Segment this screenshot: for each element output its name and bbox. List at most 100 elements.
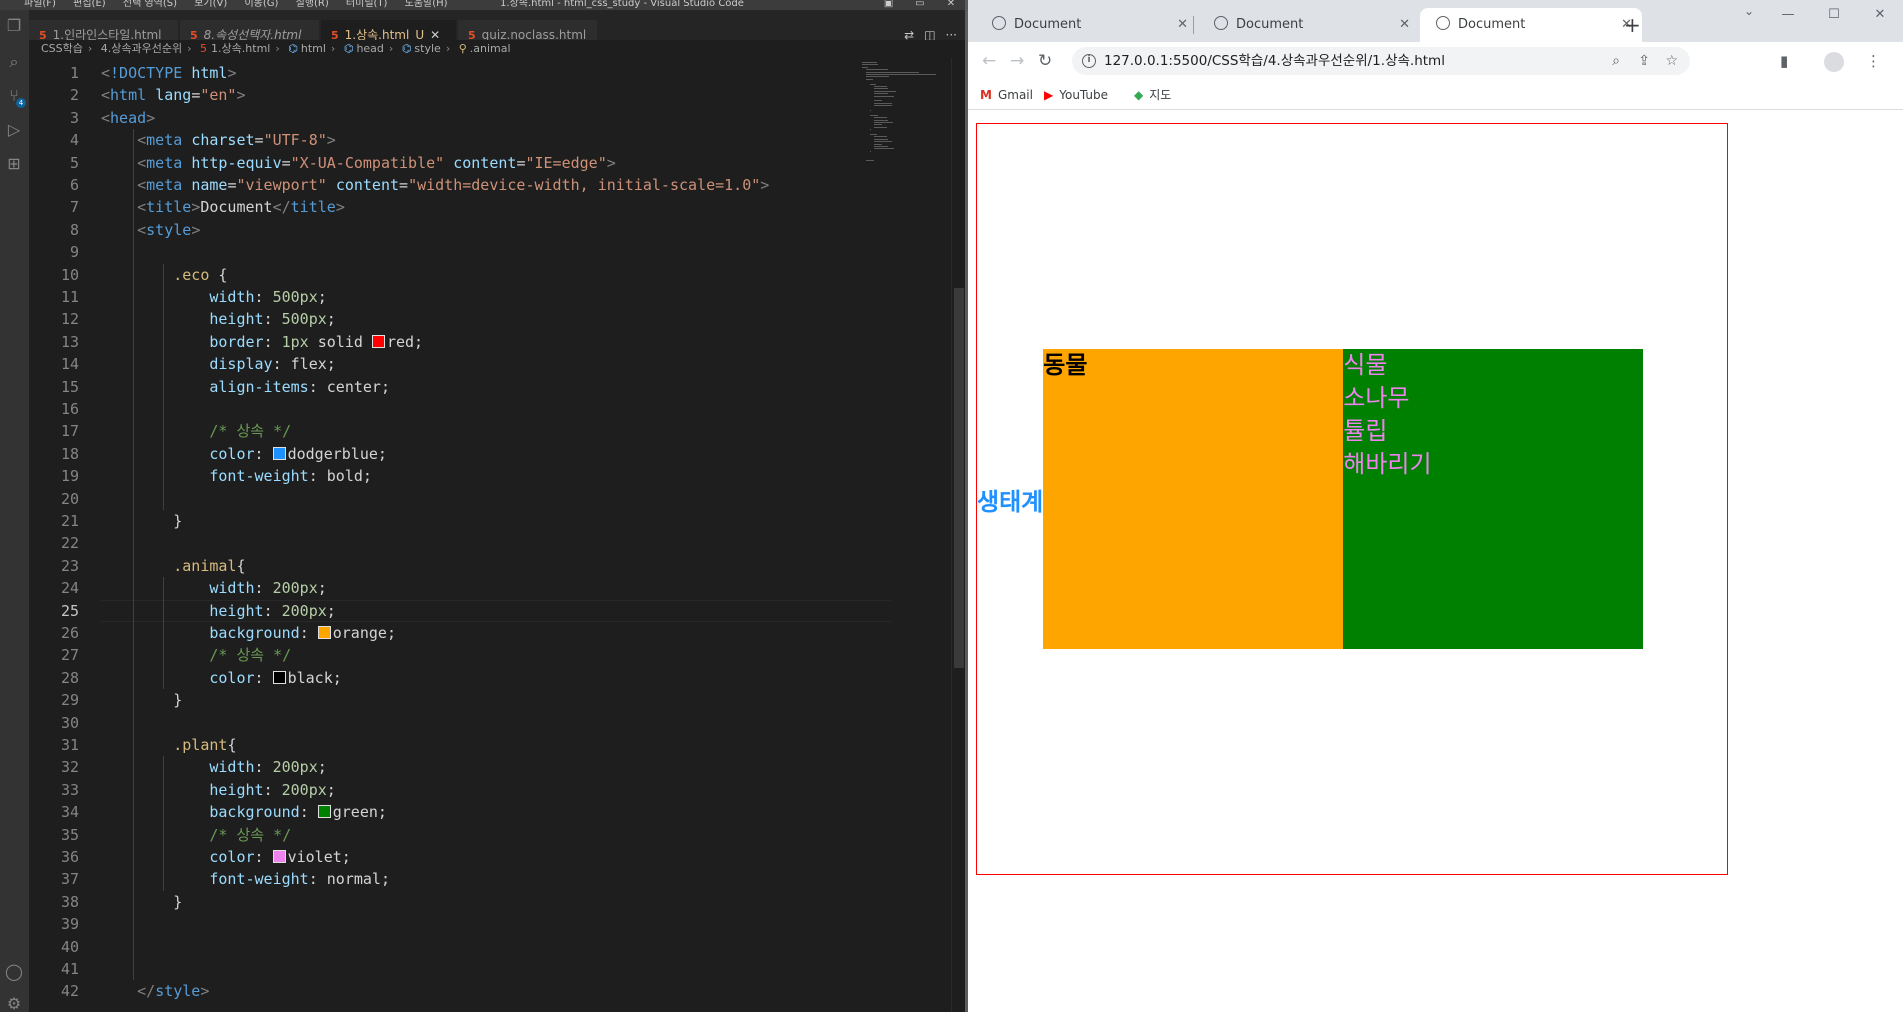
code-line[interactable]: background: orange; [101,622,396,644]
code-line[interactable]: .eco { [101,264,227,286]
code-line[interactable]: /* 상속 */ [101,824,291,846]
minimap[interactable] [862,62,952,192]
line-number: 2 [69,86,79,105]
plant-item: 식물 [1343,351,1388,379]
code-line[interactable]: .plant{ [101,734,236,756]
code-line[interactable]: } [101,510,182,532]
bookmark-star-icon[interactable]: ☆ [1665,47,1678,75]
code-line[interactable]: } [101,891,182,913]
browser-tab-strip: Document ✕ Document ✕ Document ✕ + ⌄ — ☐ ✕ [968,0,1903,42]
minimize-icon[interactable]: — [1765,0,1811,30]
eco-box: 생태계 동물 식물 소나무 튤립 해바리기 [976,123,1728,875]
menu-kebab-icon[interactable]: ⋮ [1866,52,1881,70]
bookmark-gmail[interactable]: M Gmail [980,82,1033,108]
code-line[interactable]: <style> [101,219,200,241]
account-icon[interactable]: ◯ [4,962,24,982]
code-line[interactable]: </style> [101,980,209,1002]
settings-gear-icon[interactable]: ⚙ [4,994,24,1012]
menu-run[interactable]: 실행(R) [296,0,329,9]
menu-go[interactable]: 이동(G) [244,0,278,9]
code-editor[interactable]: 1 <!DOCTYPE html> 2 <html lang="en"> 3 <head>… [29,62,891,1012]
code-line[interactable]: font-weight: bold; [101,465,372,487]
breadcrumb-item[interactable]: .animal [470,42,511,55]
code-line[interactable]: .animal{ [101,555,245,577]
code-line[interactable]: <meta http-equiv="X-UA-Compatible" conte… [101,152,616,174]
code-line[interactable]: display: flex; [101,353,335,375]
code-line[interactable]: border: 1px solid red; [101,331,423,353]
code-line[interactable]: width: 500px; [101,286,326,308]
code-line[interactable]: height: 200px; [101,779,335,801]
code-line[interactable]: <!DOCTYPE html> [101,62,236,84]
code-line[interactable]: color: dodgerblue; [101,443,387,465]
code-line[interactable]: <meta charset="UTF-8"> [101,129,336,151]
code-line[interactable]: background: green; [101,801,387,823]
side-panel-icon[interactable]: ▮ [1780,52,1788,70]
code-line[interactable]: <html lang="en"> [101,84,246,106]
element-icon: ⌬ [401,42,412,55]
run-debug-icon[interactable]: ▷ [4,120,24,140]
code-line[interactable]: width: 200px; [101,756,326,778]
breadcrumb-item[interactable]: 4.상속과우선순위 [101,42,182,55]
minimap-line [874,95,894,97]
menu-terminal[interactable]: 터미널(T) [346,0,388,9]
code-line[interactable]: /* 상속 */ [101,420,291,442]
browser-tab[interactable]: Document ✕ [976,8,1198,42]
site-info-icon[interactable]: i [1082,54,1096,68]
share-icon[interactable]: ⇪ [1638,47,1650,75]
menu-edit[interactable]: 편집(E) [73,0,106,9]
code-line[interactable]: <title>Document</title> [101,196,345,218]
back-arrow-icon[interactable]: ← [982,48,996,74]
menu-file[interactable]: 파일(F) [24,0,56,9]
bookmark-youtube[interactable]: ▶ YouTube [1044,82,1108,108]
profile-avatar-icon[interactable] [1824,52,1844,72]
code-line[interactable]: height: 500px; [101,308,335,330]
close-icon[interactable]: ✕ [937,0,965,9]
code-line[interactable]: color: black; [101,667,341,689]
minimap-line [874,122,893,123]
code-line[interactable]: color: violet; [101,846,350,868]
tab-search-chevron-icon[interactable]: ⌄ [1744,4,1754,18]
new-tab-plus-icon[interactable]: + [1624,12,1641,38]
minimap-line [870,134,877,135]
line-number: 8 [69,220,79,239]
minimap-line [866,76,889,78]
breadcrumb-item[interactable]: head [356,42,383,55]
close-tab-icon[interactable]: ✕ [1177,8,1188,42]
layout-icon[interactable]: ▣ [875,0,903,9]
browser-tab[interactable]: Document ✕ [1198,8,1420,42]
breadcrumb-item[interactable]: style [414,42,440,55]
code-line[interactable]: align-items: center; [101,376,390,398]
maximize-icon[interactable]: ☐ [1811,0,1857,30]
breadcrumb-item[interactable]: 1.상속.html [211,42,270,55]
bookmark-maps[interactable]: ◆ 지도 [1134,82,1171,108]
minimap-line [870,150,871,152]
menu-selection[interactable]: 선택 영역(S) [123,0,177,9]
code-line[interactable]: font-weight: normal; [101,868,390,890]
code-line[interactable]: } [101,689,182,711]
close-tab-icon[interactable]: ✕ [1399,8,1410,42]
editor-scrollbar[interactable] [951,58,965,1012]
menu-view[interactable]: 보기(V) [194,0,227,9]
browser-tab-active[interactable]: Document ✕ [1420,8,1642,42]
code-line[interactable]: width: 200px; [101,577,326,599]
code-line[interactable]: <head> [101,107,155,129]
reload-icon[interactable]: ↻ [1038,48,1052,74]
close-icon[interactable]: ✕ [1857,0,1903,30]
explorer-icon[interactable]: ❐ [4,16,24,36]
menu-help[interactable]: 도움말(H) [405,0,448,9]
address-bar[interactable]: i 127.0.0.1:5500/CSS학습/4.상속과우선순위/1.상속.ht… [1072,47,1690,75]
breadcrumb-item[interactable]: CSS학습 [41,42,83,55]
code-line[interactable]: /* 상속 */ [101,644,291,666]
forward-arrow-icon[interactable]: → [1010,48,1024,74]
breadcrumb-item[interactable]: html [301,42,326,55]
extensions-icon[interactable]: ⊞ [4,154,24,174]
line-number: 3 [69,108,79,127]
minimap-line [874,93,888,95]
scrollbar-thumb[interactable] [954,288,964,668]
search-icon[interactable]: ⌕ [4,52,24,72]
code-line[interactable]: <meta name="viewport" content="width=dev… [101,174,769,196]
zoom-icon[interactable]: ⌕ [1612,47,1620,75]
code-line[interactable]: height: 200px; [101,600,335,622]
source-control-icon[interactable]: ⑂ 4 [4,86,26,108]
minimize-icon[interactable]: ▭ [906,0,934,9]
